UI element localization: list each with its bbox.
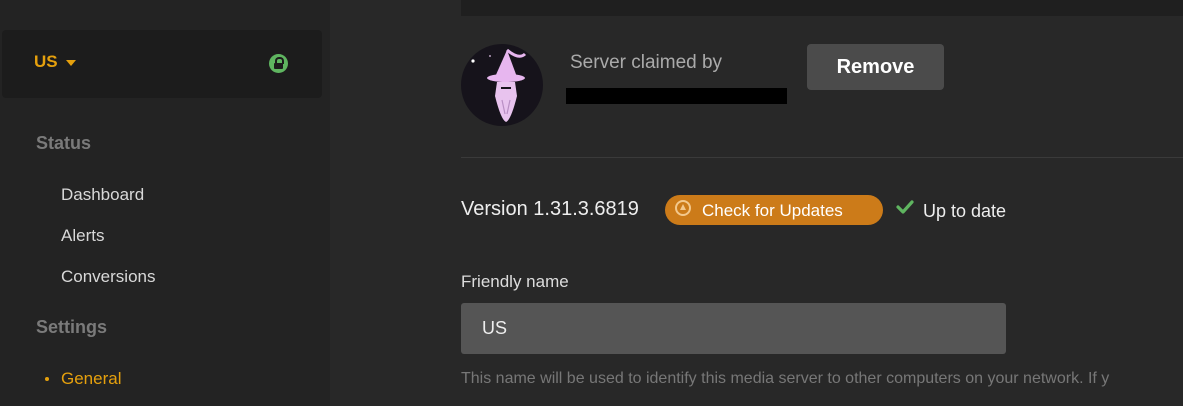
server-name[interactable]: US — [34, 52, 58, 72]
chevron-down-icon[interactable] — [66, 60, 76, 66]
active-indicator-icon — [45, 377, 49, 381]
friendly-name-label: Friendly name — [461, 272, 569, 291]
update-status-text: Up to date — [923, 201, 1007, 221]
remove-button[interactable]: Remove — [807, 44, 944, 90]
sidebar: US Status Dashboard Alerts Conversions S… — [0, 0, 330, 406]
wizard-avatar — [461, 44, 543, 126]
friendly-name-help-text: This name will be used to identify this … — [461, 370, 1110, 387]
check-for-updates-label: Check for Updates — [702, 201, 843, 220]
version-text: Version 1.31.3.6819 — [461, 198, 639, 220]
claimed-by-label: Server claimed by — [570, 52, 723, 73]
friendly-name-input[interactable] — [461, 303, 1006, 354]
section-heading-settings: Settings — [36, 317, 108, 337]
section-heading-status: Status — [36, 133, 92, 153]
divider — [461, 157, 1183, 158]
check-for-updates-button[interactable]: Check for Updates — [665, 195, 883, 225]
sidebar-item-dashboard[interactable]: Dashboard — [61, 185, 144, 205]
top-panel-edge — [461, 0, 1183, 16]
sidebar-item-general[interactable]: General — [61, 369, 121, 389]
sidebar-item-alerts[interactable]: Alerts — [61, 226, 104, 246]
redacted-account-name — [566, 88, 787, 104]
checkmark-icon — [896, 200, 914, 214]
upload-circle-icon — [675, 200, 691, 216]
sidebar-item-conversions[interactable]: Conversions — [61, 267, 156, 287]
lock-icon — [269, 54, 288, 73]
